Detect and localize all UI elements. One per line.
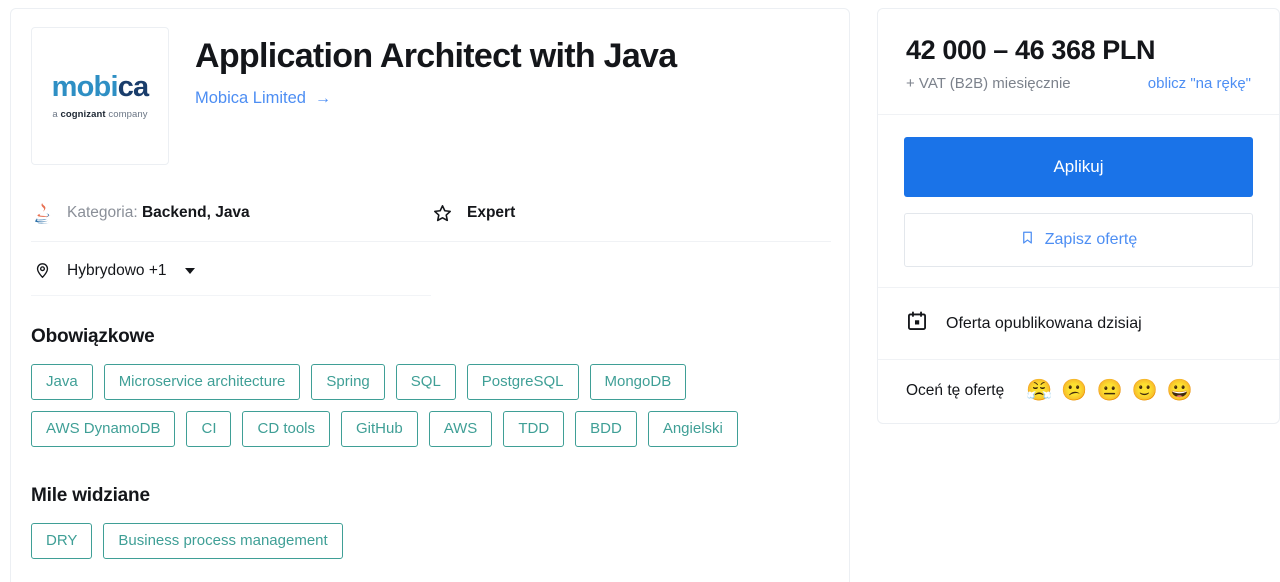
skill-tag[interactable]: SQL: [395, 364, 456, 400]
company-logo-wordmark: mobica: [51, 70, 150, 103]
rating-emoji-1[interactable]: 😤: [1026, 380, 1052, 401]
rating-emoji-3[interactable]: 😐: [1097, 380, 1123, 401]
nice-to-have-title: Mile widziane: [31, 485, 150, 506]
nice-to-have-section: Mile widziane DRY Business process manage…: [31, 485, 829, 559]
company-logo-tagline: a cognizant company: [52, 109, 147, 120]
skill-tag[interactable]: CI: [186, 411, 232, 447]
skill-tag[interactable]: Business process management: [103, 523, 343, 559]
save-offer-button[interactable]: Zapisz ofertę: [904, 213, 1253, 267]
skill-tag[interactable]: PostgreSQL: [466, 364, 579, 400]
offer-card: mobica a cognizant company Application A…: [10, 8, 850, 582]
arrow-right-icon: →: [314, 89, 331, 107]
apply-panel: 42 000 – 46 368 PLN + VAT (B2B) miesięcz…: [877, 8, 1280, 424]
rating-row: Oceń tę ofertę 😤 😕 😐 🙂 😀: [878, 360, 1279, 423]
calendar-icon: [906, 310, 928, 337]
rating-emoji-5[interactable]: 😀: [1167, 380, 1193, 401]
company-link-label: Mobica Limited: [195, 89, 306, 108]
skill-tag[interactable]: AWS: [428, 411, 493, 447]
page-title: Application Architect with Java: [195, 37, 677, 75]
logo-tagline-brand: cognizant: [60, 108, 106, 120]
salary-block: 42 000 – 46 368 PLN + VAT (B2B) miesięcz…: [878, 9, 1279, 114]
published-text: Oferta opublikowana dzisiaj: [946, 314, 1142, 332]
location-row[interactable]: Hybrydowo +1: [31, 260, 829, 281]
bookmark-icon: [1020, 228, 1035, 252]
offer-header: mobica a cognizant company Application A…: [31, 27, 829, 165]
rating-emoji-4[interactable]: 🙂: [1132, 380, 1158, 401]
salary-details: + VAT (B2B) miesięcznie oblicz "na rękę": [906, 75, 1251, 92]
java-icon: [31, 202, 53, 224]
skill-tag[interactable]: Java: [31, 364, 93, 400]
skill-tag[interactable]: CD tools: [242, 411, 331, 447]
rating-emoji-2[interactable]: 😕: [1061, 380, 1087, 401]
logo-word-accent: ca: [117, 70, 149, 103]
skill-tag[interactable]: TDD: [503, 411, 565, 447]
job-offer-page: mobica a cognizant company Application A…: [0, 0, 1280, 582]
seniority-value: Expert: [467, 204, 516, 221]
skill-tag[interactable]: Angielski: [647, 411, 738, 447]
apply-button[interactable]: Aplikuj: [904, 137, 1253, 197]
skill-tag[interactable]: Spring: [311, 364, 385, 400]
star-icon: [431, 203, 453, 224]
location-value: Hybrydowo +1: [67, 261, 167, 279]
rating-label: Oceń tę ofertę: [906, 381, 1005, 399]
skill-tag[interactable]: DRY: [31, 523, 93, 559]
rating-emojis: 😤 😕 😐 🙂 😀: [1026, 380, 1193, 401]
company-logo: mobica a cognizant company: [31, 27, 169, 165]
nice-to-have-tags: DRY Business process management: [31, 523, 829, 559]
category-text: Kategoria: Backend, Java: [67, 204, 250, 222]
skill-tag[interactable]: Microservice architecture: [103, 364, 301, 400]
category-group: Kategoria: Backend, Java: [31, 202, 431, 224]
salary-calculator-link[interactable]: oblicz "na rękę": [1148, 75, 1251, 92]
required-skills-title: Obowiązkowe: [31, 326, 155, 347]
required-skills-section: Obowiązkowe Java Microservice architectur…: [31, 326, 829, 447]
seniority-group: Expert: [431, 203, 515, 224]
skill-tag[interactable]: BDD: [575, 411, 637, 447]
skill-tag[interactable]: AWS DynamoDB: [31, 411, 176, 447]
category-label: Kategoria:: [67, 204, 142, 221]
logo-word-main: mobi: [51, 70, 119, 103]
chevron-down-icon[interactable]: [184, 267, 195, 274]
salary-note: + VAT (B2B) miesięcznie: [906, 75, 1071, 92]
skill-tag[interactable]: MongoDB: [589, 364, 687, 400]
offer-header-text: Application Architect with Java Mobica L…: [195, 27, 677, 108]
logo-tagline-suffix: company: [105, 108, 148, 120]
required-skills-tags: Java Microservice architecture Spring SQL Po…: [31, 364, 829, 447]
published-row: Oferta opublikowana dzisiaj: [878, 288, 1279, 359]
category-row: Kategoria: Backend, Java Expert: [31, 199, 829, 227]
skill-tag[interactable]: GitHub: [341, 411, 418, 447]
divider-secondary: [31, 295, 431, 296]
salary-range: 42 000 – 46 368 PLN: [906, 35, 1156, 65]
divider: [31, 241, 831, 242]
category-value: Backend, Java: [141, 204, 250, 221]
location-pin-icon: [31, 260, 53, 281]
save-offer-label: Zapisz ofertę: [1044, 231, 1138, 248]
action-buttons: Aplikuj Zapisz ofertę: [878, 115, 1279, 287]
company-link[interactable]: Mobica Limited →: [195, 89, 331, 108]
